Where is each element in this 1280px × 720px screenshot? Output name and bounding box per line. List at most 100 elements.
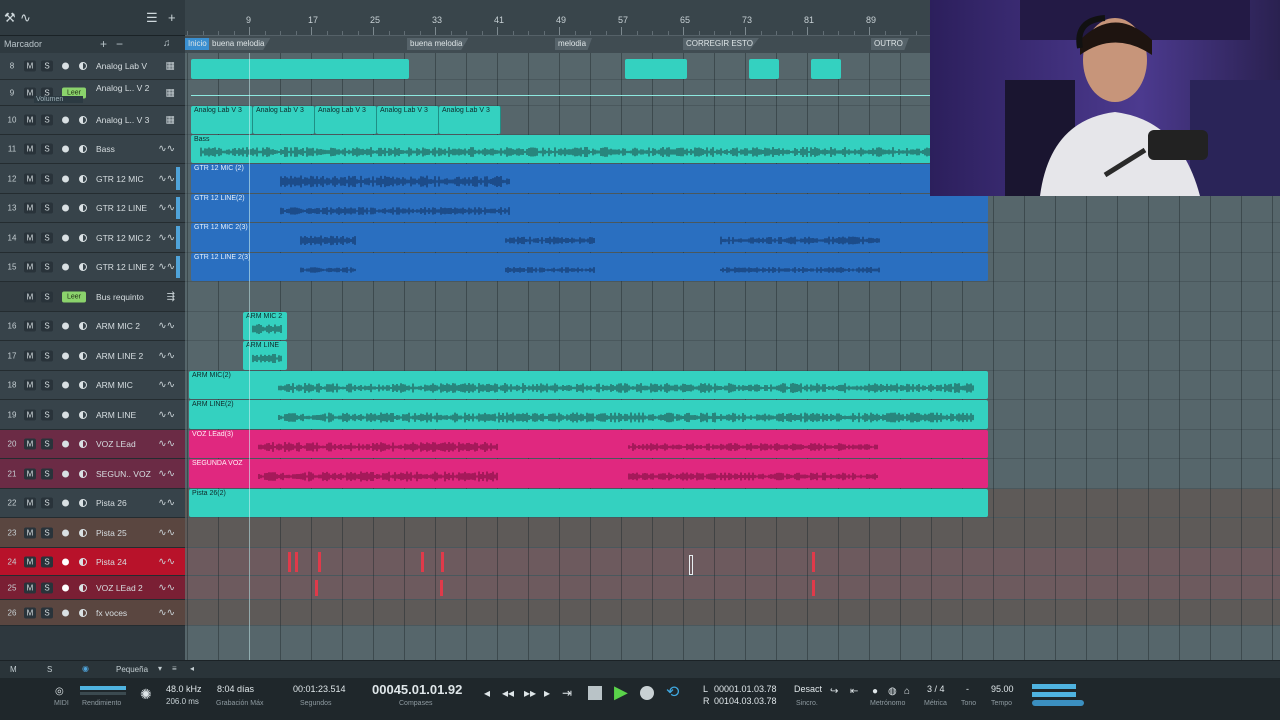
track-name[interactable]: GTR 12 MIC 2 xyxy=(96,233,151,243)
mute-button[interactable]: M xyxy=(24,114,36,126)
audio-clip[interactable]: Analog Lab V 3 xyxy=(191,106,253,134)
marker-flag[interactable]: buena melodia xyxy=(407,38,469,50)
track-lane[interactable] xyxy=(185,341,1280,371)
track-name[interactable]: ARM LINE 2 xyxy=(96,351,143,361)
track-header[interactable]: 11 M S Bass ∿∿ xyxy=(0,135,185,164)
record-arm-button[interactable] xyxy=(62,440,69,448)
track-name[interactable]: ARM MIC xyxy=(96,380,133,390)
track-name[interactable]: Pista 26 xyxy=(96,498,127,508)
record-arm-button[interactable] xyxy=(62,234,69,241)
mute-all-button[interactable]: M xyxy=(10,665,17,674)
track-name[interactable]: Pista 24 xyxy=(96,557,127,567)
monitor-button[interactable] xyxy=(79,608,87,617)
audio-clip[interactable]: Analog Lab V 3 xyxy=(439,106,501,134)
loop-right[interactable]: 00104.03.03.78 xyxy=(714,696,777,706)
track-lane[interactable] xyxy=(185,600,1280,626)
mute-button[interactable]: M xyxy=(24,202,36,214)
solo-button[interactable]: S xyxy=(41,320,53,332)
midi-clip[interactable] xyxy=(625,59,687,79)
time-bars[interactable]: 00045.01.01.92 xyxy=(372,682,462,697)
solo-button[interactable]: S xyxy=(41,468,53,479)
mute-button[interactable]: M xyxy=(24,379,36,391)
stop-button[interactable] xyxy=(588,686,602,700)
record-button[interactable] xyxy=(640,686,654,700)
marker-flag[interactable]: Inicio xyxy=(185,38,213,50)
track-name[interactable]: GTR 12 LINE 2 xyxy=(96,262,154,272)
track-header[interactable]: 17 M S ARM LINE 2 ∿∿ xyxy=(0,341,185,371)
chevron-down-icon[interactable]: ▾ xyxy=(158,664,162,673)
monitor-button[interactable] xyxy=(79,174,87,183)
monitor-button[interactable] xyxy=(79,557,87,566)
monitor-button[interactable] xyxy=(79,233,87,242)
track-list-icon[interactable]: ☰ xyxy=(146,10,158,26)
record-arm-button[interactable] xyxy=(62,411,69,418)
track-name[interactable]: Pista 25 xyxy=(96,528,127,538)
solo-button[interactable]: S xyxy=(41,291,53,302)
mute-button[interactable]: M xyxy=(24,607,36,618)
mute-button[interactable]: M xyxy=(24,409,36,420)
mute-button[interactable]: M xyxy=(24,527,36,538)
record-arm-button[interactable] xyxy=(62,499,69,507)
solo-button[interactable]: S xyxy=(41,350,53,361)
forward-icon[interactable]: ▸▸ xyxy=(524,686,536,700)
record-arm-button[interactable] xyxy=(62,352,69,359)
list-icon[interactable]: ≡ xyxy=(172,664,177,673)
audio-clip[interactable]: Bass xyxy=(191,135,931,163)
midi-note[interactable] xyxy=(812,580,815,596)
mute-button[interactable]: M xyxy=(24,497,36,509)
track-header[interactable]: 19 M S ARM LINE ∿∿ xyxy=(0,400,185,430)
track-header[interactable]: 9 M S Leer Analog L.. V 2 ▦ Volumen xyxy=(0,80,185,106)
track-name[interactable]: Analog L.. V 3 xyxy=(96,115,149,125)
time-seconds[interactable]: 00:01:23.514 xyxy=(293,684,346,694)
monitor-button[interactable] xyxy=(79,145,87,153)
audio-clip[interactable]: GTR 12 MIC 2(3) xyxy=(191,223,988,252)
track-header[interactable]: 12 M S GTR 12 MIC ∿∿ xyxy=(0,164,185,194)
midi-note[interactable] xyxy=(318,552,321,572)
audio-clip[interactable]: Analog Lab V 3 xyxy=(377,106,439,134)
time-signature[interactable]: 3 / 4 xyxy=(927,684,945,694)
marker-note-icon[interactable]: ♫ xyxy=(163,38,171,49)
solo-button[interactable]: S xyxy=(41,202,53,214)
sync-value[interactable]: Desact xyxy=(794,684,822,694)
marker-flag[interactable]: buena melodia xyxy=(209,38,271,50)
monitor-button[interactable] xyxy=(79,263,87,271)
record-arm-button[interactable] xyxy=(62,322,69,330)
mute-button[interactable]: M xyxy=(24,232,36,243)
audio-clip[interactable]: GTR 12 MIC (2) xyxy=(191,164,988,193)
audio-clip[interactable]: GTR 12 LINE(2) xyxy=(191,194,988,222)
track-header[interactable]: 18 M S ARM MIC ∿∿ xyxy=(0,371,185,400)
mute-button[interactable]: M xyxy=(24,320,36,332)
record-arm-button[interactable] xyxy=(62,609,69,616)
mute-button[interactable]: M xyxy=(24,291,36,302)
record-arm-button[interactable] xyxy=(62,558,69,565)
track-header[interactable]: 14 M S GTR 12 MIC 2 ∿∿ xyxy=(0,223,185,253)
audio-clip[interactable]: ARM MIC(2) xyxy=(189,371,988,399)
record-arm-button[interactable] xyxy=(62,470,69,477)
track-header[interactable]: 22 M S Pista 26 ∿∿ xyxy=(0,489,185,518)
record-arm-button[interactable] xyxy=(62,584,69,591)
track-header[interactable]: 13 M S GTR 12 LINE ∿∿ xyxy=(0,194,185,223)
solo-button[interactable]: S xyxy=(41,261,53,273)
record-arm-button[interactable] xyxy=(62,529,69,536)
midi-clip[interactable] xyxy=(191,59,409,79)
track-name[interactable]: ARM MIC 2 xyxy=(96,321,140,331)
monitor-button[interactable] xyxy=(79,351,87,360)
track-size-select[interactable]: Pequeña xyxy=(116,665,148,674)
midi-clip[interactable] xyxy=(749,59,779,79)
audio-clip[interactable]: ARM LINE(2) xyxy=(189,400,988,429)
goto-end-icon[interactable]: ⇥ xyxy=(562,686,572,700)
remove-marker-icon[interactable]: − xyxy=(116,37,123,51)
track-header[interactable]: 8 M S Analog Lab V ▦ xyxy=(0,53,185,80)
track-name[interactable]: Analog Lab V xyxy=(96,61,147,71)
solo-button[interactable]: S xyxy=(41,379,53,391)
tools-icon[interactable]: ⚒ xyxy=(4,10,16,26)
track-header[interactable]: 26 M Sfx voces ∿∿ xyxy=(0,600,185,626)
track-name[interactable]: ARM LINE xyxy=(96,410,136,420)
track-name[interactable]: fx voces xyxy=(96,608,127,618)
click-settings-icon[interactable]: ⌂ xyxy=(904,686,910,697)
midi-note[interactable] xyxy=(288,552,291,572)
track-lane[interactable] xyxy=(185,548,1280,576)
midi-note[interactable] xyxy=(315,580,318,596)
track-header[interactable]: 20 M S VOZ LEad ∿∿ xyxy=(0,430,185,459)
metronome-toggle-icon[interactable]: ● xyxy=(872,686,878,697)
